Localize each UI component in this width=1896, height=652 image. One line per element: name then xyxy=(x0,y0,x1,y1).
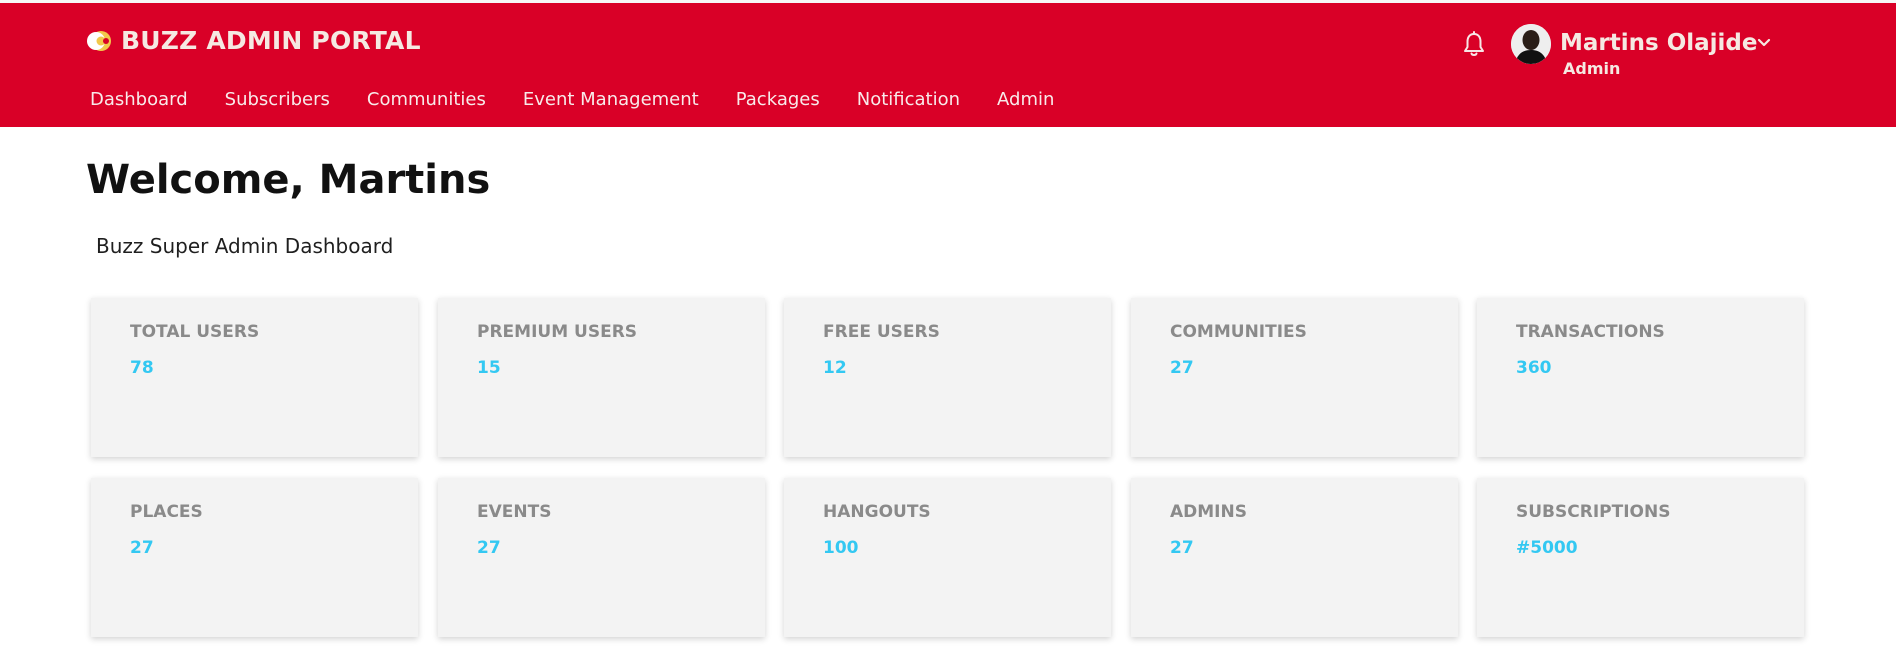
user-role: Admin xyxy=(1563,59,1621,78)
stat-card-communities[interactable]: COMMUNITIES 27 xyxy=(1131,298,1458,457)
stat-value: 100 xyxy=(823,538,859,558)
stat-card-subscriptions[interactable]: SUBSCRIPTIONS #5000 xyxy=(1477,478,1804,637)
page-subtitle: Buzz Super Admin Dashboard xyxy=(96,234,394,258)
stat-label: ADMINS xyxy=(1170,502,1247,522)
stat-card-admins[interactable]: ADMINS 27 xyxy=(1131,478,1458,637)
nav-item-event-management[interactable]: Event Management xyxy=(523,89,699,111)
stat-value: 15 xyxy=(477,358,501,378)
stat-value: 360 xyxy=(1516,358,1552,378)
chevron-down-icon[interactable] xyxy=(1756,35,1772,51)
user-menu[interactable]: Martins Olajide Admin xyxy=(1511,24,1791,84)
top-navbar: BUZZ ADMIN PORTAL Dashboard Subscribers … xyxy=(0,3,1896,127)
stat-label: PREMIUM USERS xyxy=(477,322,638,342)
main-nav: Dashboard Subscribers Communities Event … xyxy=(90,89,1091,111)
stat-value: #5000 xyxy=(1516,538,1578,558)
stat-value: 27 xyxy=(477,538,501,558)
nav-item-packages[interactable]: Packages xyxy=(736,89,820,111)
stat-value: 27 xyxy=(1170,538,1194,558)
avatar xyxy=(1511,24,1551,64)
buzz-logo-icon xyxy=(86,30,112,52)
stat-label: EVENTS xyxy=(477,502,552,522)
stat-label: COMMUNITIES xyxy=(1170,322,1307,342)
stat-card-places[interactable]: PLACES 27 xyxy=(91,478,418,637)
notification-bell-icon[interactable] xyxy=(1462,31,1486,59)
stat-label: TRANSACTIONS xyxy=(1516,322,1665,342)
stat-card-premium-users[interactable]: PREMIUM USERS 15 xyxy=(438,298,765,457)
stat-label: PLACES xyxy=(130,502,203,522)
stat-card-hangouts[interactable]: HANGOUTS 100 xyxy=(784,478,1111,637)
page-title: Welcome, Martins xyxy=(86,157,491,203)
stat-value: 27 xyxy=(1170,358,1194,378)
brand[interactable]: BUZZ ADMIN PORTAL xyxy=(86,26,421,56)
stat-value: 27 xyxy=(130,538,154,558)
nav-item-communities[interactable]: Communities xyxy=(367,89,486,111)
stat-card-events[interactable]: EVENTS 27 xyxy=(438,478,765,637)
stat-card-free-users[interactable]: FREE USERS 12 xyxy=(784,298,1111,457)
stat-card-total-users[interactable]: TOTAL USERS 78 xyxy=(91,298,418,457)
stat-label: TOTAL USERS xyxy=(130,322,260,342)
nav-item-dashboard[interactable]: Dashboard xyxy=(90,89,188,111)
stat-card-transactions[interactable]: TRANSACTIONS 360 xyxy=(1477,298,1804,457)
stat-value: 78 xyxy=(130,358,154,378)
brand-title: BUZZ ADMIN PORTAL xyxy=(121,26,421,55)
user-name: Martins Olajide xyxy=(1560,30,1758,56)
stat-label: SUBSCRIPTIONS xyxy=(1516,502,1671,522)
nav-item-admin[interactable]: Admin xyxy=(997,89,1054,111)
stat-label: FREE USERS xyxy=(823,322,940,342)
stat-value: 12 xyxy=(823,358,847,378)
nav-item-subscribers[interactable]: Subscribers xyxy=(225,89,330,111)
nav-item-notification[interactable]: Notification xyxy=(857,89,960,111)
stat-label: HANGOUTS xyxy=(823,502,931,522)
